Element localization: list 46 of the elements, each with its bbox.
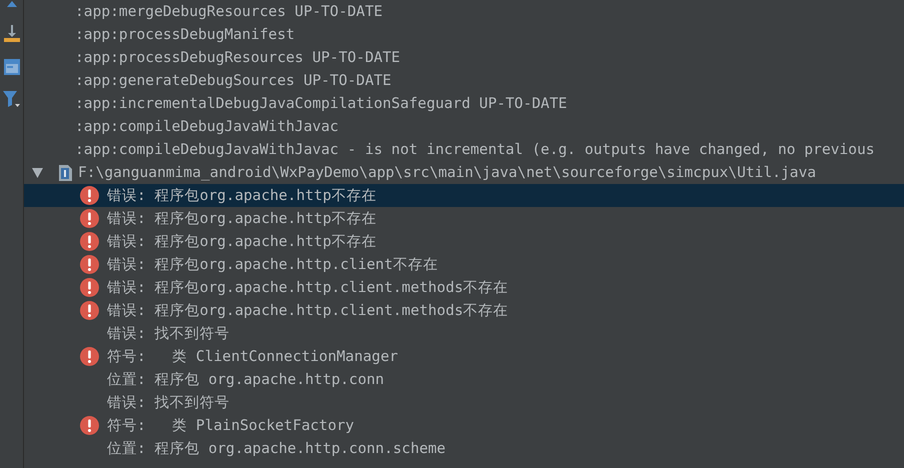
message-row[interactable]: 错误: 程序包org.apache.http.client.methods不存在 xyxy=(24,299,904,322)
message-text: 错误: 程序包org.apache.http不存在 xyxy=(107,186,376,206)
message-text: 符号: 类 ClientConnectionManager xyxy=(107,347,398,367)
filter-icon[interactable] xyxy=(2,91,20,109)
message-row[interactable]: 错误: 找不到符号 xyxy=(24,391,904,414)
download-icon[interactable] xyxy=(4,25,20,43)
message-row[interactable]: 符号: 类 ClientConnectionManager xyxy=(24,345,904,368)
error-icon xyxy=(80,347,99,366)
error-icon xyxy=(80,209,99,228)
log-line: :app:compileDebugJavaWithJavac xyxy=(74,117,340,137)
message-text: 符号: 类 PlainSocketFactory xyxy=(107,416,354,436)
log-line: :app:generateDebugSources UP-TO-DATE xyxy=(74,71,392,91)
message-row[interactable]: 错误: 程序包org.apache.http不存在 xyxy=(24,207,904,230)
expand-arrow-icon[interactable] xyxy=(32,168,43,178)
log-line: :app:processDebugManifest xyxy=(74,25,296,45)
message-row[interactable]: 位置: 程序包 org.apache.http.conn.scheme xyxy=(24,437,904,460)
message-row[interactable]: 错误: 程序包org.apache.http.client.methods不存在 xyxy=(24,276,904,299)
message-row[interactable]: 错误: 程序包org.apache.http.client不存在 xyxy=(24,253,904,276)
message-text: 位置: 程序包 org.apache.http.conn.scheme xyxy=(107,439,446,459)
message-row[interactable]: 位置: 程序包 org.apache.http.conn xyxy=(24,368,904,391)
log-line: :app:processDebugResources UP-TO-DATE xyxy=(74,48,402,68)
message-text: 错误: 找不到符号 xyxy=(107,324,230,344)
window-icon[interactable] xyxy=(4,59,20,75)
message-text: 错误: 找不到符号 xyxy=(107,393,230,413)
message-text: 错误: 程序包org.apache.http不存在 xyxy=(107,209,376,229)
message-row[interactable]: 错误: 程序包org.apache.http不存在 xyxy=(24,230,904,253)
message-row[interactable]: 符号: 类 PlainSocketFactory xyxy=(24,414,904,437)
error-icon xyxy=(80,232,99,251)
error-icon xyxy=(80,278,99,297)
message-text: 错误: 程序包org.apache.http.client.methods不存在 xyxy=(107,278,508,298)
error-icon xyxy=(80,186,99,205)
message-text: 错误: 程序包org.apache.http.client不存在 xyxy=(107,255,438,275)
log-line: :app:compileDebugJavaWithJavac - is not incremental (e.g. outputs have changed, no previous xyxy=(74,140,876,160)
message-text: 错误: 程序包org.apache.http.client.methods不存在 xyxy=(107,301,508,321)
error-icon xyxy=(80,255,99,274)
message-text: 位置: 程序包 org.apache.http.conn xyxy=(107,370,384,390)
message-row[interactable]: 错误: 找不到符号 xyxy=(24,322,904,345)
message-row[interactable]: 错误: 程序包org.apache.http不存在 xyxy=(24,184,904,207)
log-line: :app:mergeDebugResources UP-TO-DATE xyxy=(74,2,384,22)
message-text: 错误: 程序包org.apache.http不存在 xyxy=(107,232,376,252)
log-line: :app:incrementalDebugJavaCompilationSafeguard UP-TO-DATE xyxy=(74,94,568,114)
file-path: F:\ganguanmima_android\WxPayDemo\app\src\main\java\net\sourceforge\simcpux\Util.java xyxy=(78,163,816,183)
java-file-icon xyxy=(59,164,72,180)
error-icon xyxy=(80,301,99,320)
error-icon xyxy=(80,416,99,435)
file-node[interactable]: F:\ganguanmima_android\WxPayDemo\app\src\main\java\net\sourceforge\simcpux\Util.java xyxy=(24,161,904,184)
